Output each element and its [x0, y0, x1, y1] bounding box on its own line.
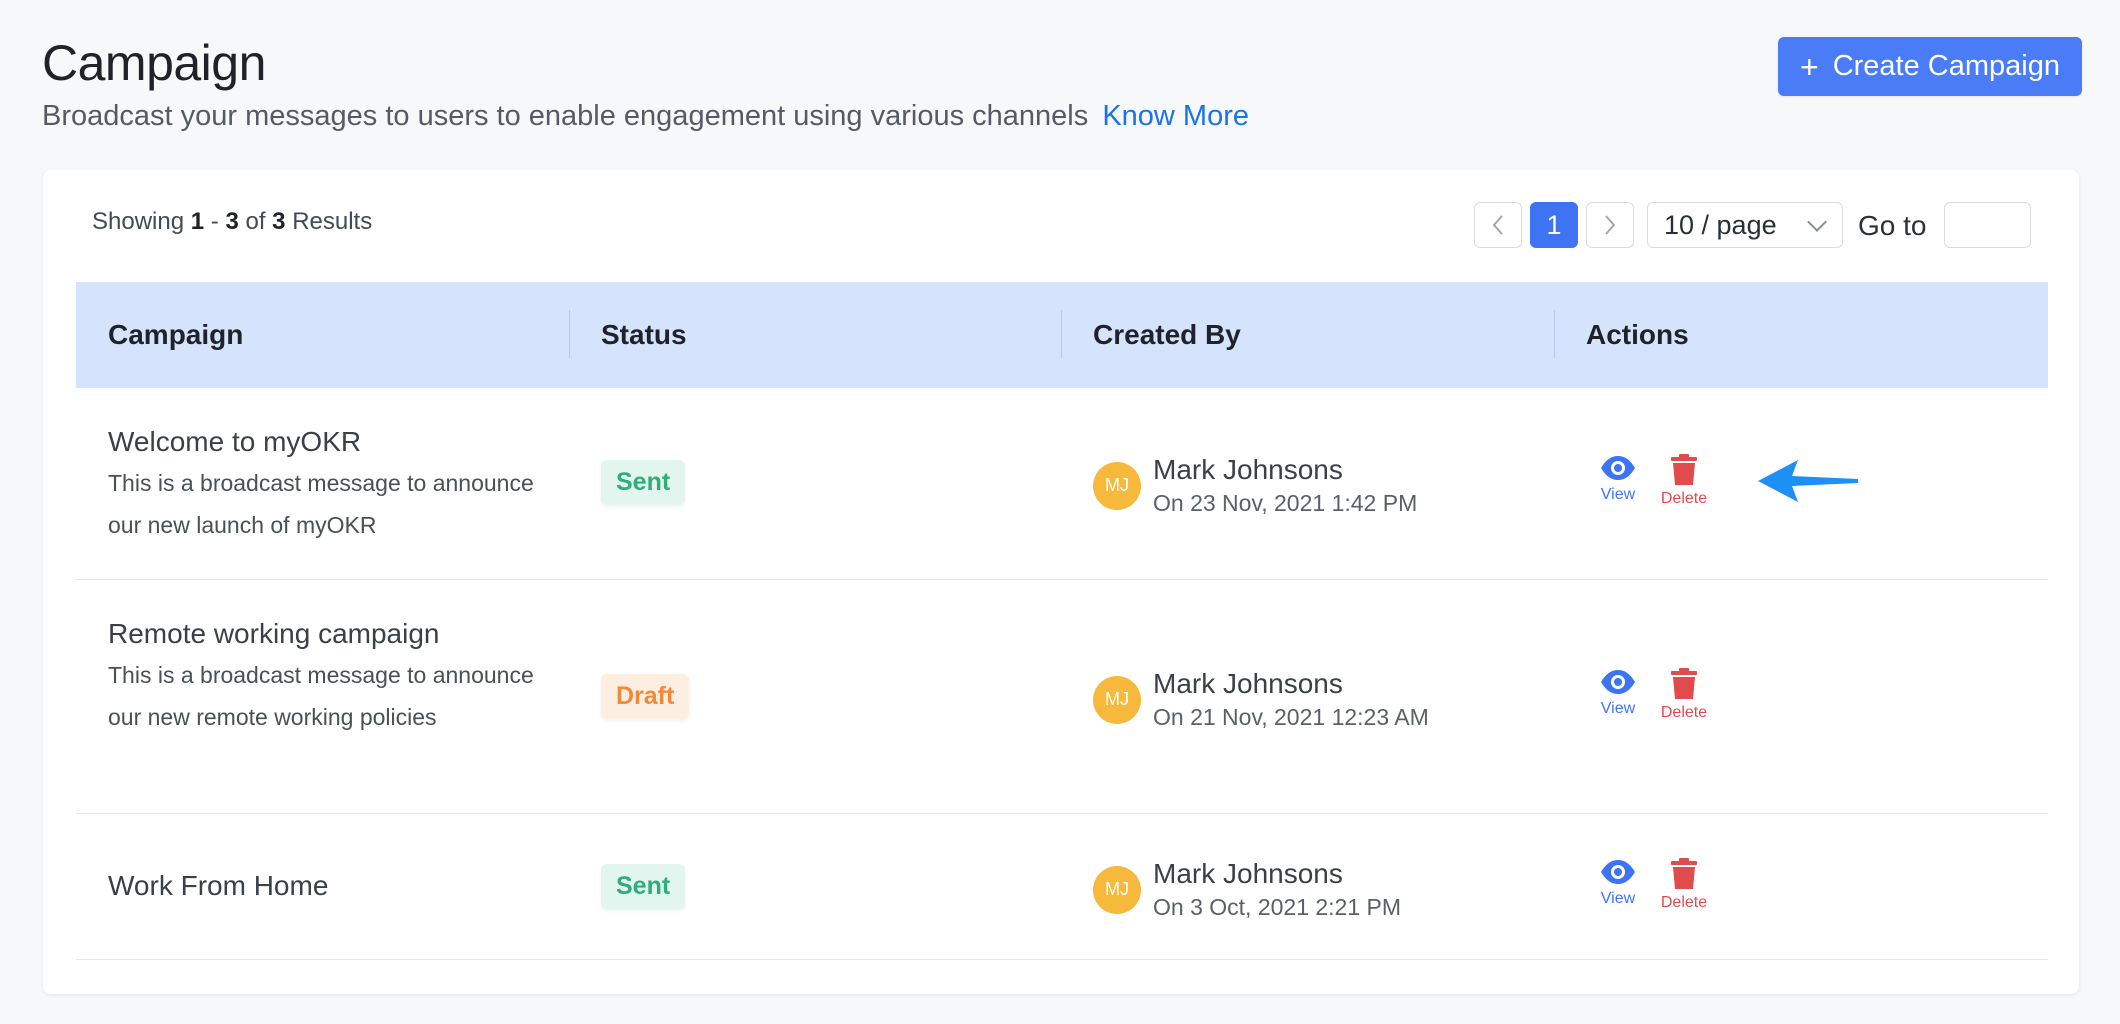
subtitle-text: Broadcast your messages to users to enab… — [42, 100, 1089, 132]
campaign-cell: Welcome to myOKR This is a broadcast mes… — [108, 426, 538, 546]
next-page-button[interactable] — [1586, 202, 1634, 248]
actions-cell: View Delete — [1596, 668, 1708, 722]
goto-page-input[interactable] — [1944, 202, 2031, 248]
created-date: On 21 Nov, 2021 12:23 AM — [1153, 704, 1429, 730]
created-by-cell: MJ Mark Johnsons On 21 Nov, 2021 12:23 A… — [1093, 668, 1429, 731]
campaign-cell: Remote working campaign This is a broadc… — [108, 618, 538, 738]
table-row: Work From Home Sent MJ Mark Johnsons On … — [76, 814, 2048, 960]
campaign-card: Showing 1 - 3 of 3 Results 1 10 / page G… — [43, 170, 2079, 994]
chevron-down-icon — [1807, 212, 1827, 232]
actions-cell: View Delete — [1596, 858, 1708, 912]
pointer-arrow-icon — [1758, 460, 1858, 502]
page-size-value: 10 / page — [1664, 209, 1777, 240]
table-row: Remote working campaign This is a broadc… — [76, 580, 2048, 814]
view-label: View — [1600, 700, 1636, 717]
campaign-title: Remote working campaign — [108, 618, 440, 649]
avatar: MJ — [1093, 461, 1141, 510]
status-cell: Sent — [601, 460, 686, 505]
campaign-cell: Work From Home — [108, 870, 328, 902]
status-cell: Sent — [601, 864, 686, 909]
delete-button[interactable]: Delete — [1660, 858, 1708, 912]
campaign-title: Welcome to myOKR — [108, 426, 362, 457]
view-button[interactable]: View — [1596, 454, 1640, 508]
eye-icon — [1601, 860, 1635, 884]
create-campaign-button[interactable]: + Create Campaign — [1778, 37, 2082, 96]
create-campaign-label: Create Campaign — [1832, 50, 2060, 82]
created-by-cell: MJ Mark Johnsons On 3 Oct, 2021 2:21 PM — [1093, 858, 1401, 921]
delete-label: Delete — [1660, 704, 1708, 721]
column-divider — [1061, 310, 1062, 358]
column-divider — [1554, 310, 1555, 358]
status-badge: Sent — [601, 460, 686, 505]
created-by-cell: MJ Mark Johnsons On 23 Nov, 2021 1:42 PM — [1093, 454, 1417, 517]
eye-icon — [1601, 670, 1635, 694]
creator-name: Mark Johnsons — [1153, 454, 1343, 485]
creator-name: Mark Johnsons — [1153, 858, 1343, 889]
eye-icon — [1601, 456, 1635, 480]
campaign-title: Work From Home — [108, 870, 329, 901]
created-date: On 3 Oct, 2021 2:21 PM — [1153, 894, 1402, 920]
actions-cell: View Delete — [1596, 454, 1708, 508]
column-header-actions: Actions — [1586, 319, 1689, 350]
status-badge: Draft — [601, 674, 690, 719]
page-subtitle: Broadcast your messages to users to enab… — [42, 100, 1249, 133]
trash-icon — [1671, 668, 1697, 699]
view-label: View — [1600, 890, 1636, 907]
column-header-created-by: Created By — [1093, 319, 1241, 350]
status-badge: Sent — [601, 864, 686, 909]
trash-icon — [1671, 454, 1697, 485]
campaign-description: This is a broadcast message to announce … — [108, 662, 534, 730]
delete-button[interactable]: Delete — [1660, 668, 1708, 722]
delete-button[interactable]: Delete — [1660, 454, 1708, 508]
current-page-button[interactable]: 1 — [1530, 202, 1578, 248]
campaign-description: This is a broadcast message to announce … — [108, 470, 534, 538]
column-header-status: Status — [601, 319, 687, 350]
trash-icon — [1671, 858, 1697, 889]
goto-label: Go to — [1858, 210, 1927, 241]
page-title: Campaign — [42, 35, 266, 91]
prev-page-button[interactable] — [1474, 202, 1522, 248]
know-more-link[interactable]: Know More — [1102, 100, 1249, 132]
avatar: MJ — [1093, 865, 1141, 914]
creator-name: Mark Johnsons — [1153, 668, 1343, 699]
chevron-right-icon — [1605, 215, 1616, 235]
avatar: MJ — [1093, 675, 1141, 724]
plus-icon: + — [1800, 48, 1819, 85]
chevron-left-icon — [1492, 215, 1503, 235]
delete-label: Delete — [1660, 894, 1708, 911]
page-size-select[interactable]: 10 / page — [1647, 202, 1843, 248]
table-header: Campaign Status Created By Actions — [76, 282, 2048, 388]
delete-label: Delete — [1660, 490, 1708, 507]
column-header-campaign: Campaign — [108, 319, 244, 350]
view-label: View — [1600, 486, 1636, 503]
pagination: 1 10 / page Go to — [43, 202, 2079, 248]
campaign-table: Campaign Status Created By Actions Welco… — [76, 282, 2048, 960]
view-button[interactable]: View — [1596, 858, 1640, 912]
table-row: Welcome to myOKR This is a broadcast mes… — [76, 388, 2048, 580]
view-button[interactable]: View — [1596, 668, 1640, 722]
campaign-page: Campaign Broadcast your messages to user… — [0, 0, 2120, 1024]
status-cell: Draft — [601, 674, 690, 719]
column-divider — [569, 310, 570, 358]
created-date: On 23 Nov, 2021 1:42 PM — [1153, 490, 1418, 516]
